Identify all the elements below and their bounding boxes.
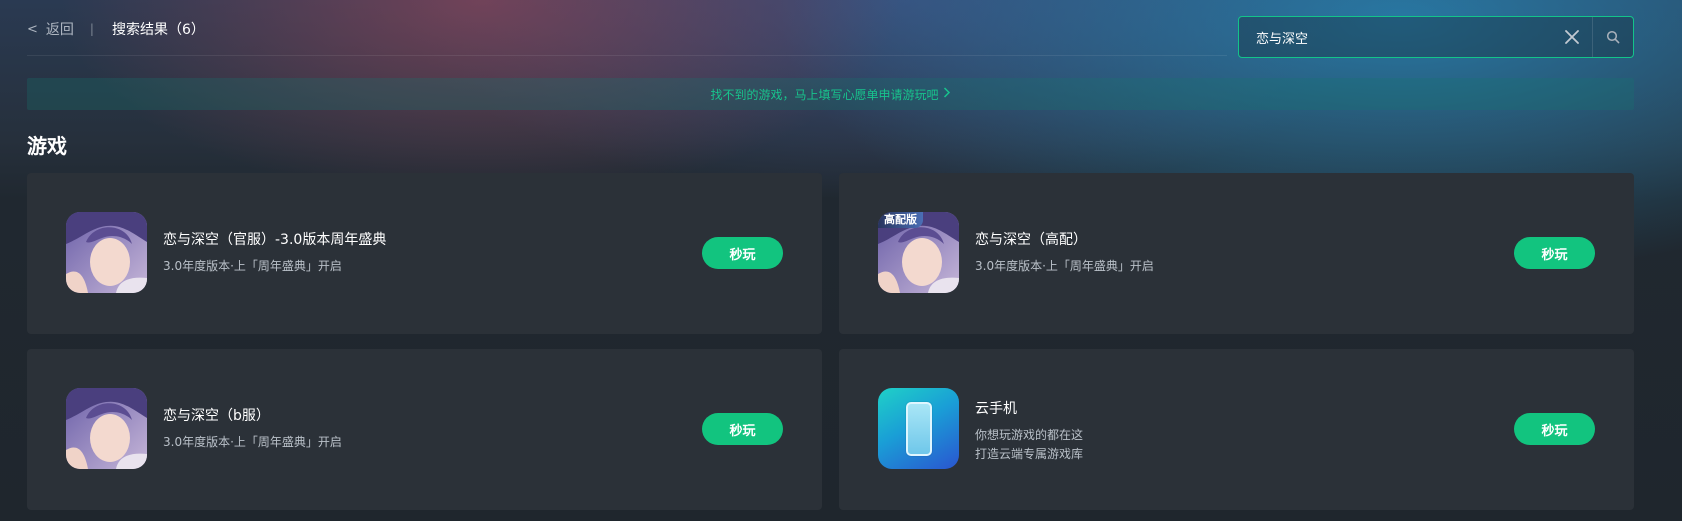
game-icon	[878, 388, 959, 469]
game-card[interactable]: 高配版 恋与深空（高配） 3.0年度版本·上「周年盛典」开启 秒玩	[839, 173, 1634, 334]
header-separator: |	[89, 22, 94, 36]
app: < 返回 | 搜索结果（6） 找不到的游戏，马上填写心愿单申请游玩吧 游戏	[0, 0, 1682, 521]
back-button[interactable]: < 返回	[27, 19, 74, 39]
game-card[interactable]: 云手机 你想玩游戏的都在这 打造云端专属游戏库 秒玩	[839, 349, 1634, 510]
header-bar: < 返回 | 搜索结果（6）	[27, 16, 205, 42]
game-title: 恋与深空（高配）	[975, 232, 1087, 248]
instant-play-button[interactable]: 秒玩	[702, 237, 783, 269]
game-title: 云手机	[975, 401, 1017, 417]
search-button[interactable]	[1593, 17, 1633, 57]
game-icon	[66, 212, 147, 293]
instant-play-button[interactable]: 秒玩	[1514, 413, 1595, 445]
close-icon	[1565, 30, 1579, 44]
search-icon	[1606, 30, 1620, 44]
game-description: 打造云端专属游戏库	[975, 447, 1084, 461]
game-icon	[66, 388, 147, 469]
instant-play-button[interactable]: 秒玩	[702, 413, 783, 445]
game-description: 你想玩游戏的都在这	[975, 428, 1084, 442]
game-description: 3.0年度版本·上「周年盛典」开启	[163, 259, 342, 273]
game-card[interactable]: 恋与深空（官服）-3.0版本周年盛典 3.0年度版本·上「周年盛典」开启 秒玩	[27, 173, 822, 334]
game-icon: 高配版	[878, 212, 959, 293]
search-box	[1238, 16, 1634, 58]
search-input[interactable]	[1239, 17, 1552, 57]
header-divider	[27, 55, 1227, 56]
game-card[interactable]: 恋与深空（b服） 3.0年度版本·上「周年盛典」开启 秒玩	[27, 349, 822, 510]
chevron-right-icon	[943, 87, 951, 101]
wishlist-banner[interactable]: 找不到的游戏，马上填写心愿单申请游玩吧	[27, 78, 1634, 110]
search-results-title: 搜索结果（6）	[111, 22, 205, 38]
back-label: 返回	[45, 22, 74, 38]
character-avatar-icon	[66, 388, 147, 469]
game-title: 恋与深空（官服）-3.0版本周年盛典	[163, 232, 387, 248]
section-title-games: 游戏	[27, 134, 67, 158]
game-description: 3.0年度版本·上「周年盛典」开启	[975, 259, 1154, 273]
instant-play-button[interactable]: 秒玩	[1514, 237, 1595, 269]
character-avatar-icon	[66, 212, 147, 293]
high-spec-badge: 高配版	[878, 212, 923, 228]
chevron-left-icon: <	[27, 21, 38, 37]
cloud-phone-icon	[878, 388, 959, 469]
wishlist-banner-text: 找不到的游戏，马上填写心愿单申请游玩吧	[710, 87, 939, 102]
game-description: 3.0年度版本·上「周年盛典」开启	[163, 435, 342, 449]
clear-search-button[interactable]	[1552, 17, 1592, 57]
game-title: 恋与深空（b服）	[163, 408, 270, 424]
